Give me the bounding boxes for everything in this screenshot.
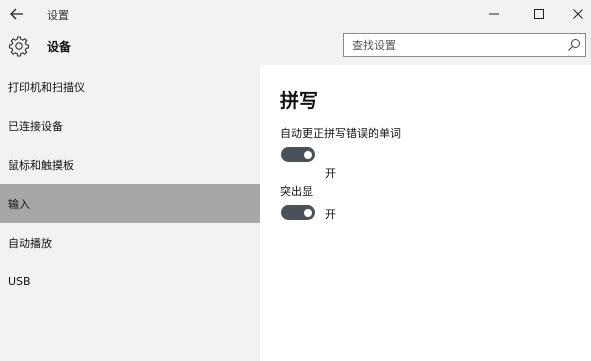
content-pane: 拼写 自动更正拼写错误的单词 开 突出显 开 (260, 65, 591, 361)
close-button[interactable] (566, 3, 590, 25)
sidebar-item-autoplay[interactable]: 自动播放 (0, 223, 260, 262)
section-title: 拼写 (280, 90, 319, 112)
page-title: 设备 (47, 40, 72, 54)
window-title: 设置 (47, 9, 69, 22)
highlight-state: 开 (325, 208, 336, 221)
header-bar: 设备 (0, 28, 591, 65)
sidebar-item-mouse-touchpad[interactable]: 鼠标和触摸板 (0, 145, 260, 184)
search-icon[interactable] (567, 38, 581, 52)
sidebar-item-typing[interactable]: 输入 (0, 184, 260, 223)
autocorrect-state: 开 (325, 167, 336, 180)
maximize-icon (534, 9, 544, 19)
close-icon (573, 9, 583, 19)
highlight-label: 突出显 (280, 185, 313, 198)
sidebar-item-connected-devices[interactable]: 已连接设备 (0, 106, 260, 145)
autocorrect-toggle[interactable] (281, 147, 315, 162)
back-button[interactable] (6, 3, 28, 25)
maximize-button[interactable] (527, 3, 551, 25)
gear-icon (8, 36, 30, 57)
highlight-toggle[interactable] (281, 205, 315, 220)
sidebar-item-printers-scanners[interactable]: 打印机和扫描仪 (0, 67, 260, 106)
minimize-icon (489, 13, 499, 15)
search-input[interactable] (344, 34, 562, 56)
toggle-knob (304, 208, 312, 217)
sidebar: 打印机和扫描仪 已连接设备 鼠标和触摸板 输入 自动播放 USB (0, 65, 260, 361)
title-bar: 设置 (0, 0, 591, 28)
toggle-knob (304, 150, 312, 159)
search-box[interactable] (343, 33, 586, 57)
minimize-button[interactable] (482, 3, 506, 25)
back-arrow-icon (10, 8, 23, 20)
sidebar-item-usb[interactable]: USB (0, 262, 260, 301)
autocorrect-label: 自动更正拼写错误的单词 (280, 127, 401, 140)
